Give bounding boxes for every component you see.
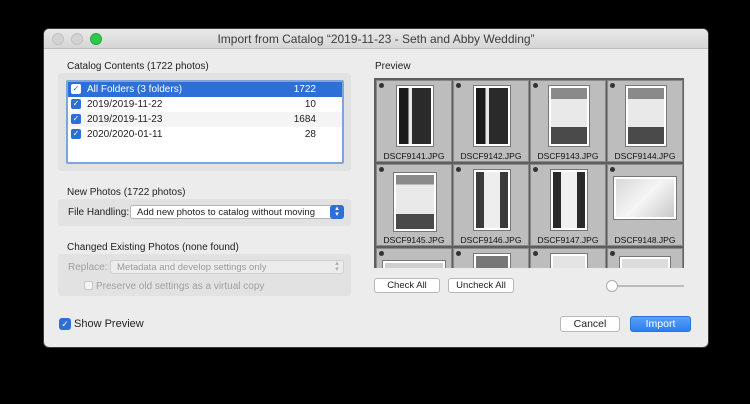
- thumbnail-cell[interactable]: DSCF9144.JPG: [607, 80, 683, 162]
- thumbnail-cell[interactable]: [607, 248, 683, 268]
- window-title: Import from Catalog “2019-11-23 - Seth a…: [217, 32, 535, 46]
- photo-thumbnail: [614, 177, 676, 219]
- title-bar: Import from Catalog “2019-11-23 - Seth a…: [44, 29, 708, 49]
- photo-thumbnail: [549, 86, 589, 146]
- file-name: DSCF9142.JPG: [460, 151, 522, 161]
- badge-icon: [456, 83, 461, 88]
- photo-thumbnail: [551, 254, 587, 268]
- chevron-updown-icon: ▴ ▾: [335, 260, 339, 273]
- badge-icon: [379, 251, 384, 256]
- photo-thumbnail: [474, 170, 510, 230]
- show-preview-checkbox[interactable]: ✓: [59, 318, 71, 330]
- file-name: DSCF9141.JPG: [383, 151, 445, 161]
- thumbnail-cell[interactable]: DSCF9148.JPG: [607, 164, 683, 246]
- uncheck-all-button[interactable]: Uncheck All: [448, 278, 514, 293]
- photo-thumbnail: [626, 86, 666, 146]
- folder-count: 1722: [293, 84, 316, 95]
- folder-name: All Folders (3 folders): [87, 84, 183, 95]
- file-name: DSCF9144.JPG: [614, 151, 676, 161]
- badge-icon: [610, 167, 615, 172]
- preserve-virtual-copy-checkbox[interactable]: [84, 281, 93, 290]
- file-handling-label: File Handling:: [68, 207, 130, 218]
- show-preview-label: Show Preview: [74, 318, 144, 330]
- photo-thumbnail: [474, 86, 510, 146]
- thumbnail-cell[interactable]: DSCF9145.JPG: [376, 164, 452, 246]
- thumbnail-cell[interactable]: [453, 248, 529, 268]
- badge-icon: [379, 83, 384, 88]
- cancel-button[interactable]: Cancel: [560, 316, 620, 332]
- thumbnail-cell[interactable]: DSCF9147.JPG: [530, 164, 606, 246]
- photo-thumbnail: [397, 86, 433, 146]
- import-button[interactable]: Import: [630, 316, 691, 332]
- changed-photos-heading: Changed Existing Photos (none found): [67, 242, 239, 253]
- thumbnail-cell[interactable]: DSCF9142.JPG: [453, 80, 529, 162]
- checkbox-icon[interactable]: ✓: [71, 129, 81, 139]
- badge-icon: [456, 251, 461, 256]
- check-all-button[interactable]: Check All: [374, 278, 440, 293]
- badge-icon: [533, 251, 538, 256]
- badge-icon: [533, 83, 538, 88]
- file-handling-value: Add new photos to catalog without moving: [137, 207, 315, 218]
- photo-thumbnail: [394, 173, 436, 231]
- file-name: DSCF9148.JPG: [614, 235, 676, 245]
- folder-count: 1684: [293, 114, 316, 125]
- replace-label: Replace:: [68, 262, 108, 273]
- badge-icon: [456, 167, 461, 172]
- replace-select[interactable]: Metadata and develop settings only ▴ ▾: [110, 260, 344, 274]
- checkbox-icon[interactable]: ✓: [71, 99, 81, 109]
- thumbnail-cell[interactable]: [530, 248, 606, 268]
- checkbox-icon[interactable]: ✓: [71, 84, 81, 94]
- folder-name: 2019/2019-11-23: [87, 114, 163, 125]
- thumbnail-cell[interactable]: DSCF9141.JPG: [376, 80, 452, 162]
- folder-list[interactable]: ✓ All Folders (3 folders) 1722 ✓ 2019/20…: [66, 80, 344, 164]
- preview-grid[interactable]: DSCF9141.JPG DSCF9142.JPG DSCF9143.JPG D…: [374, 78, 684, 268]
- new-photos-heading: New Photos (1722 photos): [67, 187, 186, 198]
- folder-name: 2019/2019-11-22: [87, 99, 163, 110]
- folder-row-all[interactable]: ✓ All Folders (3 folders) 1722: [68, 82, 342, 97]
- thumbnail-size-slider[interactable]: [609, 285, 684, 287]
- folder-count: 28: [304, 129, 316, 140]
- badge-icon: [379, 167, 384, 172]
- folder-row[interactable]: ✓ 2020/2020-01-11 28: [68, 127, 342, 142]
- catalog-contents-heading: Catalog Contents (1722 photos): [67, 61, 209, 72]
- thumbnail-cell[interactable]: [376, 248, 452, 268]
- photo-thumbnail: [551, 170, 587, 230]
- replace-value: Metadata and develop settings only: [117, 262, 267, 273]
- preserve-virtual-copy-label: Preserve old settings as a virtual copy: [96, 281, 265, 292]
- file-name: DSCF9147.JPG: [537, 235, 599, 245]
- folder-row[interactable]: ✓ 2019/2019-11-22 10: [68, 97, 342, 112]
- badge-icon: [610, 83, 615, 88]
- import-dialog: Import from Catalog “2019-11-23 - Seth a…: [44, 29, 708, 347]
- photo-thumbnail: [620, 257, 670, 268]
- chevron-updown-icon: ▴ ▾: [330, 205, 344, 219]
- preview-heading: Preview: [375, 61, 411, 72]
- file-name: DSCF9145.JPG: [383, 235, 445, 245]
- folder-row[interactable]: ✓ 2019/2019-11-23 1684: [68, 112, 342, 127]
- photo-thumbnail: [383, 261, 445, 268]
- thumbnail-cell[interactable]: DSCF9143.JPG: [530, 80, 606, 162]
- checkbox-icon[interactable]: ✓: [71, 114, 81, 124]
- file-name: DSCF9143.JPG: [537, 151, 599, 161]
- slider-handle[interactable]: [606, 280, 618, 292]
- badge-icon: [610, 251, 615, 256]
- file-handling-select[interactable]: Add new photos to catalog without moving…: [130, 205, 344, 219]
- folder-name: 2020/2020-01-11: [87, 129, 163, 140]
- folder-count: 10: [304, 99, 316, 110]
- photo-thumbnail: [474, 254, 510, 268]
- badge-icon: [533, 167, 538, 172]
- thumbnail-cell[interactable]: DSCF9146.JPG: [453, 164, 529, 246]
- file-name: DSCF9146.JPG: [460, 235, 522, 245]
